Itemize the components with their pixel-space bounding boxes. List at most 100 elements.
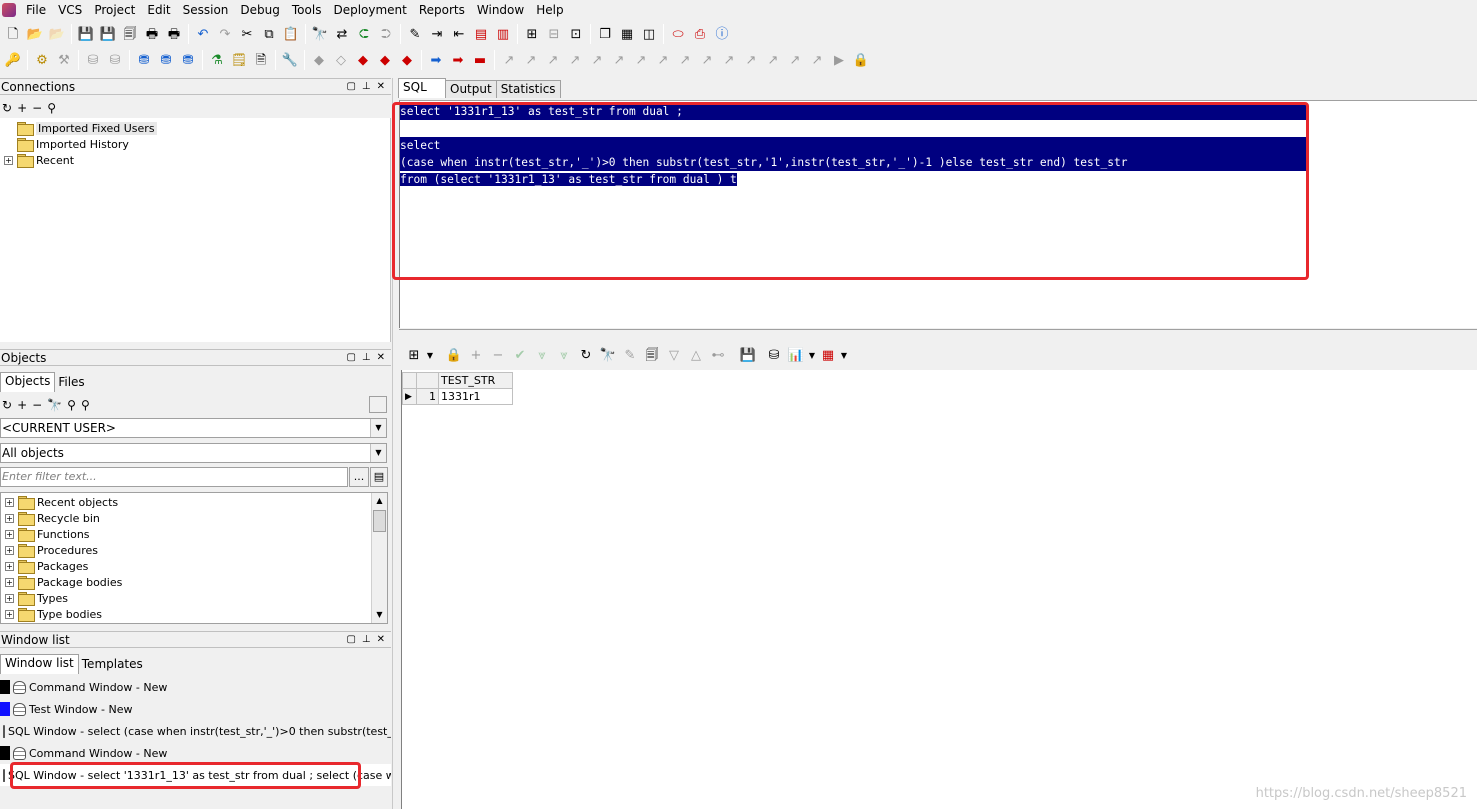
lock-icon[interactable]: 🔒 — [443, 344, 465, 366]
organize-icon[interactable]: ⚲ — [67, 398, 76, 412]
cascade-icon[interactable]: ⊟ — [543, 23, 565, 45]
chevron-down-icon[interactable]: ▼ — [839, 344, 849, 366]
beautify-icon[interactable]: ✎ — [404, 23, 426, 45]
debug-step-3-icon[interactable]: ↗ — [542, 49, 564, 71]
close-panel-icon[interactable]: ✕ — [377, 634, 385, 645]
debug-step-10-icon[interactable]: ↗ — [696, 49, 718, 71]
menu-session[interactable]: Session — [177, 0, 235, 20]
expand-icon[interactable]: + — [5, 609, 14, 619]
window-list-item[interactable]: Command Window - New — [0, 742, 391, 764]
commit-icon[interactable]: ⛁ — [82, 49, 104, 71]
menu-window[interactable]: Window — [471, 0, 530, 20]
remove-icon[interactable]: − — [32, 398, 42, 412]
tile-icon[interactable]: ⊞ — [521, 23, 543, 45]
tab-sql[interactable]: SQL — [398, 78, 446, 98]
expand-icon[interactable]: + — [5, 529, 14, 539]
wrench-icon[interactable]: 🔧 — [279, 49, 301, 71]
compile-icon[interactable]: ◆ — [308, 49, 330, 71]
pin-panel-icon[interactable]: ⊥ — [362, 352, 371, 363]
menu-vcs[interactable]: VCS — [52, 0, 88, 20]
execute-gear-icon[interactable]: ⚙ — [31, 49, 53, 71]
pin-panel-icon[interactable]: ⊥ — [362, 634, 371, 645]
grid-select-icon[interactable]: ⊞ — [403, 344, 425, 366]
find-replace-icon[interactable]: ⇄ — [331, 23, 353, 45]
column-header[interactable]: TEST_STR — [438, 372, 513, 389]
breakpoint-remove-icon[interactable]: ◆ — [396, 49, 418, 71]
tree-item[interactable]: + Recycle bin — [1, 510, 387, 526]
print-icon[interactable]: 🖶 — [141, 23, 163, 45]
single-record-icon[interactable]: ⊷ — [707, 344, 729, 366]
arrange-icon[interactable]: ⊡ — [565, 23, 587, 45]
save-as-icon[interactable]: 💾 — [97, 23, 119, 45]
tools-icon[interactable]: ⚗ — [206, 49, 228, 71]
chevron-down-icon[interactable]: ▼ — [370, 419, 386, 437]
rollback-icon[interactable]: ⛁ — [104, 49, 126, 71]
object-type-select[interactable]: All objects ▼ — [0, 443, 387, 463]
pdf-icon[interactable]: ⎙ — [689, 23, 711, 45]
refresh-icon[interactable]: ↻ — [2, 398, 12, 412]
new-icon[interactable]: 🗋 — [2, 23, 24, 45]
oracle-icon[interactable]: ⬭ — [667, 23, 689, 45]
debug-step-12-icon[interactable]: ↗ — [740, 49, 762, 71]
menu-reports[interactable]: Reports — [413, 0, 471, 20]
chart-icon[interactable]: 📊 — [785, 344, 807, 366]
split-icon[interactable]: ◫ — [638, 23, 660, 45]
window-list-item[interactable]: Command Window - New — [0, 676, 391, 698]
query-by-example-icon[interactable]: 🗐 — [641, 344, 663, 366]
save-icon[interactable]: 💾 — [75, 23, 97, 45]
redo-icon[interactable]: ↷ — [214, 23, 236, 45]
debug-lock-icon[interactable]: 🔒 — [850, 49, 872, 71]
browse-button[interactable]: ... — [349, 467, 369, 487]
tab-statistics[interactable]: Statistics — [495, 80, 561, 98]
eraser-icon[interactable]: ◇ — [330, 49, 352, 71]
debug-step-6-icon[interactable]: ↗ — [608, 49, 630, 71]
filter-input[interactable]: Enter filter text... — [0, 467, 348, 487]
layout-icon[interactable]: ▦ — [616, 23, 638, 45]
tab-window-list[interactable]: Window list — [0, 654, 79, 674]
breakpoint-add-icon[interactable]: ◆ — [374, 49, 396, 71]
undo-icon[interactable]: ↶ — [192, 23, 214, 45]
tab-output[interactable]: Output — [445, 80, 497, 98]
debug-step-16-icon[interactable]: ▶ — [828, 49, 850, 71]
test-window-icon[interactable]: ⛃ — [177, 49, 199, 71]
tree-item[interactable]: + Procedures — [1, 542, 387, 558]
tab-files[interactable]: Files — [54, 374, 88, 392]
explain-icon[interactable]: 🗎 — [250, 49, 272, 71]
close-panel-icon[interactable]: ✕ — [377, 81, 385, 92]
table-row[interactable]: ▶ 1 1331r1 — [402, 388, 513, 405]
menu-project[interactable]: Project — [88, 0, 141, 20]
export-icon[interactable]: ⛁ — [763, 344, 785, 366]
find-icon[interactable]: 🔭 — [309, 23, 331, 45]
find-icon[interactable]: 🔭 — [597, 344, 619, 366]
pin-panel-icon[interactable]: ⊥ — [362, 81, 371, 92]
menu-edit[interactable]: Edit — [141, 0, 176, 20]
fetch-last-icon[interactable]: ⩔ — [553, 344, 575, 366]
tree-item[interactable]: + Package bodies — [1, 574, 387, 590]
next-icon[interactable]: △ — [685, 344, 707, 366]
info-icon[interactable]: ⓘ — [711, 23, 733, 45]
expand-icon[interactable]: + — [5, 513, 14, 523]
print-setup-icon[interactable]: 🖶 — [163, 23, 185, 45]
open-folder-icon[interactable]: 📂 — [24, 23, 46, 45]
chevron-down-icon[interactable]: ▼ — [425, 344, 435, 366]
debug-step-5-icon[interactable]: ↗ — [586, 49, 608, 71]
tab-templates[interactable]: Templates — [78, 656, 147, 674]
post-changes-icon[interactable]: ✔ — [509, 344, 531, 366]
float-panel-icon[interactable]: ▢ — [346, 634, 355, 645]
debug-step-15-icon[interactable]: ↗ — [806, 49, 828, 71]
indent-icon[interactable]: ⇥ — [426, 23, 448, 45]
organize-2-icon[interactable]: ⚲ — [81, 398, 90, 412]
uncomment-icon[interactable]: ▥ — [492, 23, 514, 45]
debug-step-7-icon[interactable]: ↗ — [630, 49, 652, 71]
clear-icon[interactable]: ✎ — [619, 344, 641, 366]
back-icon[interactable]: ⮈ — [353, 23, 375, 45]
expand-icon[interactable]: + — [5, 545, 14, 555]
find-icon[interactable]: 🔭 — [47, 398, 62, 412]
break-icon[interactable]: ⚒ — [53, 49, 75, 71]
tree-item[interactable]: + Recent objects — [1, 494, 387, 510]
menu-help[interactable]: Help — [530, 0, 569, 20]
organize-icon[interactable]: ⚲ — [47, 101, 56, 115]
debug-step-2-icon[interactable]: ↗ — [520, 49, 542, 71]
expand-icon[interactable]: + — [5, 561, 14, 571]
scroll-down-icon[interactable]: ▼ — [372, 607, 387, 623]
